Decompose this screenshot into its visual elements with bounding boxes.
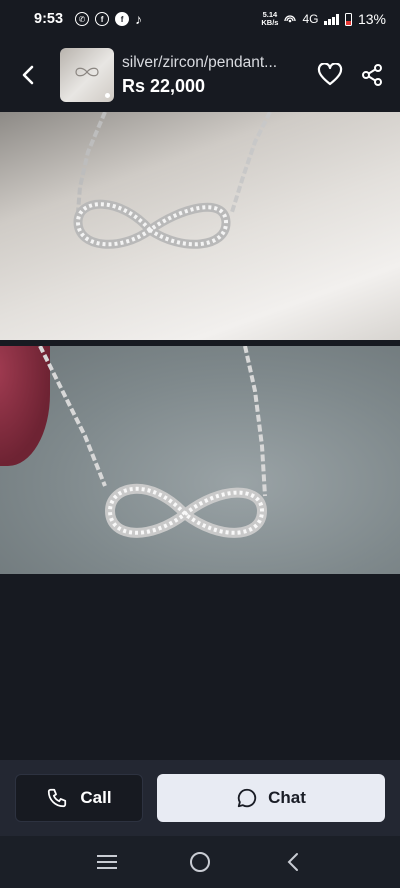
network-speed-unit: KB/s [261,18,279,27]
necklace-image [38,346,268,538]
contact-action-bar: Call Chat [0,760,400,836]
status-right: 5.14 KB/s 4G 13% [261,11,386,28]
system-back-button[interactable] [273,842,313,882]
chat-bubble-icon [237,788,257,808]
chat-button[interactable]: Chat [157,774,385,822]
tiktok-icon: ♪ [135,11,143,27]
notification-icons: ✆ f f ♪ [75,11,142,27]
network-speed: 5.14 KB/s [261,11,278,27]
whatsapp-icon: ✆ [75,12,90,26]
status-bar: 9:53 ✆ f f ♪ 5.14 KB/s 4G 13% [0,0,400,38]
listing-title-block: silver/zircon/pendant... Rs 22,000 [122,54,300,97]
facebook-icon: f [95,12,110,26]
recent-apps-button[interactable] [87,842,127,882]
necklace-image [73,112,272,249]
listing-photo-1[interactable] [0,112,400,340]
chat-label: Chat [268,788,306,807]
thumbnail-indicator [105,93,110,98]
home-circle-icon [189,852,210,872]
share-icon [362,64,382,86]
listing-price: Rs 22,000 [122,75,206,96]
share-button[interactable] [358,61,386,89]
favorite-button[interactable] [316,61,344,89]
system-navigation-bar [0,836,400,888]
gallery-empty-area [0,574,400,760]
heart-icon [317,63,343,86]
call-label: Call [80,788,112,807]
call-button[interactable]: Call [15,774,143,822]
menu-lines-icon [96,855,117,869]
signal-icon [324,13,339,25]
phone-icon [48,788,67,808]
back-chevron-icon [287,853,299,871]
network-type: 4G [302,12,319,26]
necklace-thumbnail-image [75,67,99,77]
back-button[interactable] [0,47,56,103]
listing-photo-2[interactable] [0,346,400,574]
battery-percent: 13% [357,11,386,27]
listing-header: silver/zircon/pendant... Rs 22,000 [0,38,400,112]
home-button[interactable] [180,842,220,882]
header-actions [316,61,386,89]
status-time: 9:53 [34,11,64,27]
listing-thumbnail[interactable] [60,48,114,102]
back-arrow-icon [22,65,34,85]
facebook-icon: f [115,12,130,26]
battery-icon [344,12,352,26]
listing-title: silver/zircon/pendant... [122,53,278,71]
hotspot-icon [284,15,297,23]
